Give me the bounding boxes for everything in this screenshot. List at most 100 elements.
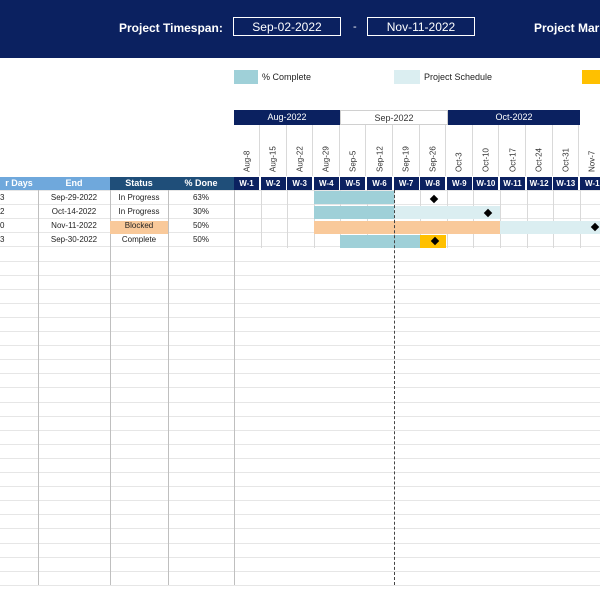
- date-cell: Sep-5: [340, 125, 367, 176]
- date-label: Oct-10: [481, 147, 491, 172]
- task-1-complete-bar[interactable]: [314, 191, 394, 204]
- task-status-cell[interactable]: In Progress: [110, 205, 168, 218]
- today-line: [394, 190, 395, 585]
- col-header-status: Status: [110, 177, 168, 190]
- grid-row-line: [0, 373, 600, 375]
- grid-column-line: [234, 190, 235, 585]
- col-header-end: End: [38, 177, 110, 190]
- col-header-done: % Done: [168, 177, 234, 190]
- month-header-oct: Oct-2022: [448, 110, 580, 125]
- task-3-schedule-bar[interactable]: [500, 221, 600, 234]
- date-label: Aug-22: [295, 146, 305, 172]
- date-cell: Oct-31: [553, 125, 580, 176]
- date-cell: Sep-26: [420, 125, 447, 176]
- grid-row-line: [0, 570, 600, 572]
- task-days-cell[interactable]: 0: [0, 219, 38, 232]
- date-label: Sep-26: [428, 146, 438, 172]
- task-2-complete-bar[interactable]: [314, 206, 394, 219]
- grid-week-line: [287, 190, 289, 248]
- date-label: Nov-7: [587, 150, 597, 172]
- week-header: W-8: [420, 177, 447, 190]
- grid-row-line: [0, 345, 600, 347]
- week-header: W-2: [260, 177, 287, 190]
- task-end-cell[interactable]: Sep-29-2022: [38, 191, 110, 204]
- date-label: Sep-19: [401, 146, 411, 172]
- task-status-cell[interactable]: Blocked: [110, 219, 168, 232]
- task-end-cell[interactable]: Oct-14-2022: [38, 205, 110, 218]
- grid-column-line: [38, 190, 39, 585]
- date-cell: Sep-12: [367, 125, 393, 176]
- task-status-cell[interactable]: In Progress: [110, 191, 168, 204]
- task-status-cell[interactable]: Complete: [110, 233, 168, 246]
- date-separator: -: [353, 21, 357, 33]
- grid-row-line: [0, 486, 600, 488]
- week-header: W-11: [500, 177, 526, 190]
- end-date-field[interactable]: Nov-11-2022: [367, 17, 475, 36]
- task-done-cell[interactable]: 63%: [168, 191, 234, 204]
- date-cell: Aug-22: [287, 125, 314, 176]
- week-header: W-7: [393, 177, 420, 190]
- month-header-sep: Sep-2022: [340, 110, 448, 125]
- week-header: W-13: [553, 177, 580, 190]
- task-done-cell[interactable]: 50%: [168, 233, 234, 246]
- grid-row-line: [0, 514, 600, 516]
- date-label: Oct-17: [508, 147, 517, 172]
- date-label: Oct-31: [561, 147, 571, 172]
- task-1-milestone[interactable]: [429, 194, 439, 204]
- grid-row-line: [0, 274, 600, 276]
- legend-complete-swatch: [234, 70, 258, 84]
- grid-row-line: [0, 415, 600, 417]
- grid-row-line: [0, 260, 600, 262]
- date-label: Oct-3: [454, 152, 464, 172]
- week-header: W-9: [446, 177, 473, 190]
- grid-week-line: [260, 190, 262, 248]
- task-4-complete-bar[interactable]: [340, 235, 420, 248]
- date-cell: Aug-8: [234, 125, 260, 176]
- grid-row-line: [0, 556, 600, 558]
- week-header: W-12: [526, 177, 553, 190]
- grid-week-line: [553, 190, 555, 248]
- grid-week-line: [500, 190, 501, 248]
- week-header: W-3: [287, 177, 314, 190]
- grid-row-line: [0, 584, 600, 586]
- legend-milestone-swatch: [582, 70, 600, 84]
- grid-row-line: [0, 331, 600, 332]
- date-label: Aug-29: [321, 146, 331, 172]
- grid-week-line: [579, 190, 581, 248]
- col-header-days: r Days: [0, 177, 38, 190]
- grid-row-line: [0, 302, 600, 304]
- grid-column-line: [168, 190, 169, 585]
- grid-row-line: [0, 288, 600, 290]
- grid-row-line: [0, 472, 600, 473]
- grid-column-line: [110, 190, 111, 585]
- grid-row-line: [0, 359, 600, 361]
- task-done-cell[interactable]: 30%: [168, 205, 234, 218]
- date-label: Aug-15: [268, 146, 278, 172]
- grid-week-line: [473, 190, 475, 248]
- date-cell: Sep-19: [394, 125, 420, 176]
- date-cell: Aug-29: [314, 125, 340, 176]
- project-manager-label: Project Mar: [534, 21, 600, 35]
- task-end-cell[interactable]: Sep-30-2022: [38, 233, 110, 246]
- date-cell: Oct-3: [447, 125, 473, 176]
- date-cell: Nov-7: [580, 125, 600, 176]
- date-label: Oct-24: [534, 147, 544, 172]
- task-end-cell[interactable]: Nov-11-2022: [38, 219, 110, 232]
- grid-row-line: [0, 387, 600, 389]
- task-done-cell[interactable]: 50%: [168, 219, 234, 232]
- title-bar: Project Timespan: Sep-02-2022 - Nov-11-2…: [0, 0, 600, 58]
- start-date-field[interactable]: Sep-02-2022: [233, 17, 341, 36]
- month-header-aug: Aug-2022: [234, 110, 340, 125]
- date-label: Sep-5: [348, 150, 358, 172]
- task-days-cell[interactable]: 3: [0, 233, 38, 246]
- grid-row-line: [0, 316, 600, 318]
- task-3-blocked-bar[interactable]: [314, 221, 500, 234]
- date-label: Sep-12: [375, 146, 384, 172]
- task-days-cell[interactable]: 2: [0, 205, 38, 218]
- grid-row-line: [0, 443, 600, 445]
- task-days-cell[interactable]: 3: [0, 191, 38, 204]
- project-timespan-label: Project Timespan:: [119, 21, 223, 35]
- legend-schedule-swatch: [394, 70, 420, 84]
- grid-row-line: [0, 528, 600, 530]
- date-cell: Oct-24: [527, 125, 553, 176]
